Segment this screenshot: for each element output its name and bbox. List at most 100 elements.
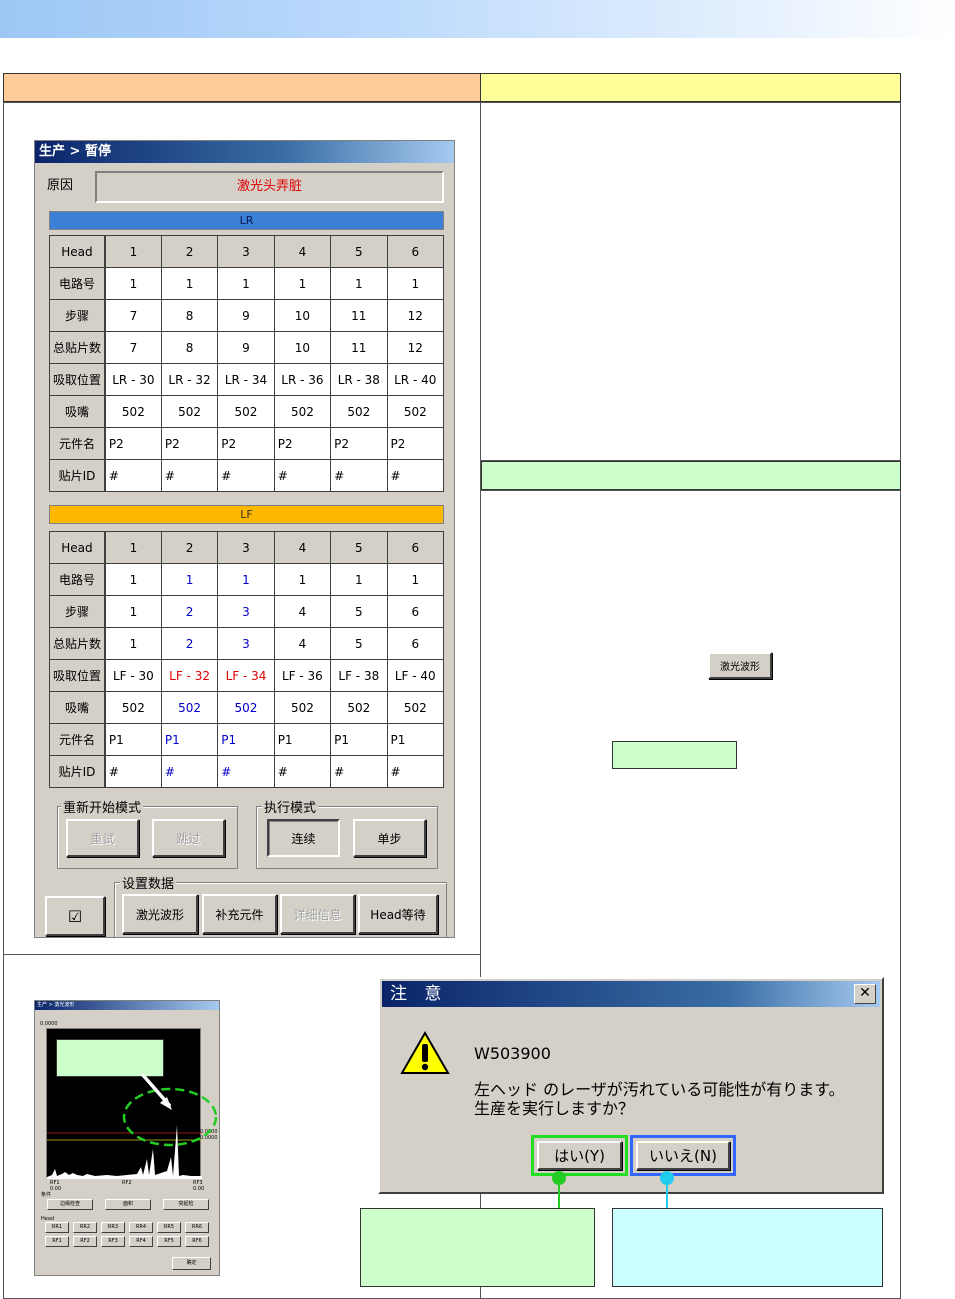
table-cell: LF - 38 [330,659,388,692]
dialog-message-line2: 生産を実行しますか？ [474,1099,635,1118]
right-header-bar [481,73,901,102]
supply-parts-button[interactable]: 补充元件 [202,894,277,934]
table-cell: # [273,755,332,788]
table-cell: LF - 34 [217,659,275,692]
table-cell: P1 [104,723,162,756]
head-select-button[interactable]: RF4 [129,1236,153,1247]
table-cell: 7 [104,299,162,332]
mini-window-title: 生产 > 激光波形 [35,1001,219,1010]
settings-title: 设置数据 [120,873,177,892]
table-cell: LF - 36 [273,659,332,692]
table-cell: 502 [330,395,388,428]
table-cell: LF - 32 [160,659,219,692]
no-button[interactable]: いいえ(N) [636,1141,730,1170]
table-cell: 502 [104,395,162,428]
table-header-cell: 6 [386,235,445,268]
table-cell: 8 [160,331,219,364]
table-cell: P1 [217,723,275,756]
callout-connectors [552,1171,674,1208]
detail-info-button[interactable]: 详细信息 [280,894,355,934]
table-cell: 502 [160,691,219,724]
table-row: 元件名 P1 P1 P1 P1 P1 P1 [48,723,445,756]
table-cell: P1 [386,723,445,756]
row-label: 总贴片数 [48,627,106,660]
table-row: 贴片ID # # # # # # [48,755,445,788]
head-select-button[interactable]: RF3 [101,1236,125,1247]
skip-button[interactable]: 跳过 [152,819,225,857]
table-header-cell: 3 [217,531,275,564]
lr-bar: LR [49,211,444,230]
table-cell: LR - 32 [160,363,219,396]
area-button[interactable]: 面积 [105,1199,151,1210]
green-label-box [612,741,737,769]
retry-button[interactable]: 重试 [66,819,139,857]
dialog-close-button[interactable]: ✕ [854,984,876,1004]
table-cell: # [160,459,219,492]
table-cell: P2 [273,427,332,460]
mini-top-value: 0.0000 [40,1021,58,1027]
table-cell: LR - 30 [104,363,162,396]
mini-condition-label: 条件 [41,1192,52,1198]
table-cell: 9 [217,299,275,332]
table-cell: LF - 40 [386,659,445,692]
row-label: 元件名 [48,427,106,460]
table-cell: 502 [273,691,332,724]
table-row: 吸嘴 502 502 502 502 502 502 [48,691,445,724]
row-label: 吸取位置 [48,659,106,692]
table-cell: 502 [386,395,445,428]
head-select-button[interactable]: RR6 [185,1222,209,1233]
table-cell: 6 [386,595,445,628]
table-cell: P1 [160,723,219,756]
execution-mode-title: 执行模式 [262,797,319,816]
edge-check-button[interactable]: 边缘检查 [47,1199,93,1210]
table-cell: 502 [217,395,275,428]
head-select-button[interactable]: RR4 [129,1222,153,1233]
table-header-head: Head [48,235,106,268]
row-label: 吸嘴 [48,691,106,724]
close-icon: ✕ [859,985,871,1001]
step-button[interactable]: 单步 [353,819,426,857]
head-select-button[interactable]: RF5 [157,1236,181,1247]
head-select-button[interactable]: RR3 [101,1222,125,1233]
yes-callout-box [360,1208,595,1287]
table-cell: 11 [330,331,388,364]
head-select-button[interactable]: RF2 [73,1236,97,1247]
protrusion-check-button[interactable]: 突起检 [163,1199,209,1210]
yes-button[interactable]: はい(Y) [537,1141,622,1170]
table-cell: 4 [273,595,332,628]
continuous-button[interactable]: 连续 [267,819,340,857]
table-cell: # [330,459,388,492]
table-cell: LR - 40 [386,363,445,396]
window-title: 生产 > 暂停 [35,141,454,163]
restart-mode-title: 重新开始模式 [61,797,144,816]
table-cell: # [160,755,219,788]
table-cell: 502 [386,691,445,724]
laser-waveform-button-small[interactable]: 激光波形 [708,652,772,679]
head-select-button[interactable]: RR2 [73,1222,97,1233]
check-button[interactable]: ☑ [45,896,105,936]
head-select-button[interactable]: RR1 [45,1222,69,1233]
table-cell: LR - 38 [330,363,388,396]
checkbox-icon: ☑ [67,906,83,926]
table-cell: 502 [217,691,275,724]
table-cell: # [104,755,162,788]
table-cell: P2 [386,427,445,460]
table-cell: 1 [160,563,219,596]
table-header-cell: 4 [273,531,332,564]
table-row: 吸嘴 502 502 502 502 502 502 [48,395,445,428]
mini-ok-button[interactable]: 确定 [172,1257,211,1270]
dialog-code: W503900 [474,1044,551,1063]
warning-dialog: 注 意 ✕ W503900 左ヘッド のレーザが汚れている可能性が有ります。 生… [378,977,884,1194]
table-cell: P2 [160,427,219,460]
table-cell: 502 [104,691,162,724]
table-row: 电路号 1 1 1 1 1 1 [48,267,445,300]
table-row: 步骤 1 2 3 4 5 6 [48,595,445,628]
head-select-button[interactable]: RR5 [157,1222,181,1233]
table-header-cell: 2 [160,235,219,268]
head-wait-button[interactable]: Head等待 [358,894,438,934]
reason-value: 激光头弄脏 [95,171,444,203]
head-select-button[interactable]: RF1 [45,1236,69,1247]
laser-waveform-button[interactable]: 激光波形 [122,894,198,934]
table-cell: 1 [104,563,162,596]
head-select-button[interactable]: RF6 [185,1236,209,1247]
